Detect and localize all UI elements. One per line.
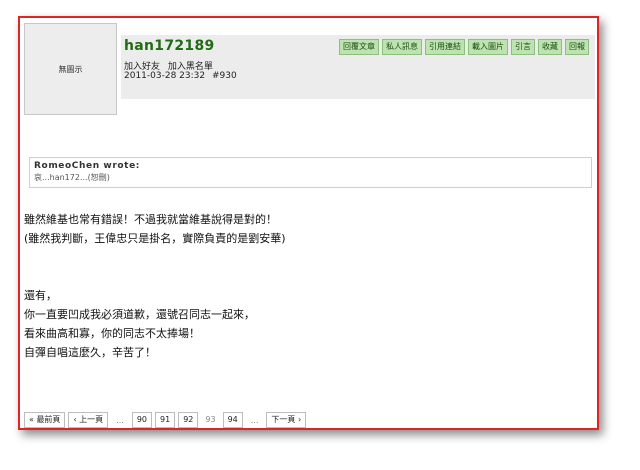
body-line: (雖然我判斷，王偉忠只是掛名，實際負責的是劉安華) bbox=[24, 232, 286, 245]
pagination: « 最前頁 ‹ 上一頁 ... 90 91 92 93 94 ... 下一頁 › bbox=[24, 412, 307, 428]
next-page-button[interactable]: 下一頁 › bbox=[266, 412, 307, 428]
page-91-button[interactable]: 91 bbox=[155, 412, 176, 428]
pagination-ellipsis: ... bbox=[250, 415, 259, 425]
body-line: 看來曲高和寡，你的同志不太捧場！ bbox=[24, 327, 200, 340]
first-page-button[interactable]: « 最前頁 bbox=[24, 412, 66, 428]
post-frame: 無圖示 han172189 加入好友 加入黑名單 2011-03-28 23:3… bbox=[18, 16, 599, 430]
body-line: 還有， bbox=[24, 289, 57, 302]
page-90-button[interactable]: 90 bbox=[131, 412, 153, 428]
reply-button[interactable]: 回覆文章 bbox=[339, 39, 379, 55]
prev-page-button[interactable]: ‹ 上一頁 bbox=[68, 412, 109, 428]
avatar: 無圖示 bbox=[24, 23, 117, 115]
post-date: 2011-03-28 23:32 bbox=[124, 71, 206, 81]
current-page: 93 bbox=[205, 415, 216, 424]
quote-author: RomeoChen wrote: bbox=[34, 161, 140, 171]
post-body: 雖然維基也常有錯誤！不過我就當維基說得是對的！ (雖然我判斷，王偉忠只是掛名，實… bbox=[24, 210, 286, 362]
avatar-placeholder-text: 無圖示 bbox=[58, 64, 83, 74]
body-line: 雖然維基也常有錯誤！不過我就當維基說得是對的！ bbox=[24, 213, 277, 226]
post-meta: 2011-03-28 23:32 #930 bbox=[124, 71, 241, 81]
page-92-button[interactable]: 92 bbox=[178, 412, 199, 428]
post-number-link[interactable]: #930 bbox=[212, 71, 237, 81]
quote-link-button[interactable]: 引用連結 bbox=[425, 39, 465, 55]
bookmark-button[interactable]: 收藏 bbox=[538, 39, 562, 55]
username-link[interactable]: han172189 bbox=[124, 38, 215, 54]
quote-text: 哀...han172...(恕刪) bbox=[34, 173, 110, 182]
body-line: 你一直要凹成我必須道歉，還號召同志一起來， bbox=[24, 308, 255, 321]
pagination-ellipsis: ... bbox=[116, 415, 124, 425]
body-line: 自彈自唱這麼久，辛苦了！ bbox=[24, 346, 156, 359]
post-action-bar: 回覆文章 私人訊息 引用連結 載入圖片 引言 收藏 回報 bbox=[339, 39, 589, 55]
load-images-button[interactable]: 載入圖片 bbox=[468, 39, 508, 55]
report-button[interactable]: 回報 bbox=[565, 39, 589, 55]
page-94-button[interactable]: 94 bbox=[222, 412, 243, 428]
private-message-button[interactable]: 私人訊息 bbox=[382, 39, 422, 55]
quote-box: RomeoChen wrote: 哀...han172...(恕刪) bbox=[29, 157, 592, 188]
quote-button[interactable]: 引言 bbox=[511, 39, 535, 55]
